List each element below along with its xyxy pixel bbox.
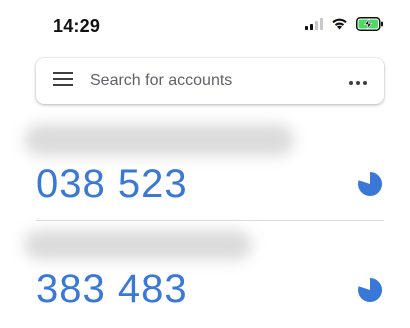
divider bbox=[36, 220, 384, 221]
otp-code[interactable]: 038 523 bbox=[36, 162, 188, 207]
more-options-button[interactable] bbox=[332, 58, 384, 104]
countdown-timer-icon bbox=[358, 171, 383, 196]
search-input[interactable]: Search for accounts bbox=[90, 72, 332, 90]
hamburger-menu-icon bbox=[53, 71, 73, 91]
status-icons bbox=[305, 16, 384, 36]
otp-code[interactable]: 383 483 bbox=[36, 267, 188, 312]
status-bar: 14:29 bbox=[0, 0, 410, 50]
redacted-account-name bbox=[24, 124, 294, 156]
more-options-icon bbox=[349, 72, 367, 90]
redacted-account-name bbox=[24, 230, 252, 260]
cellular-signal-icon bbox=[305, 17, 323, 35]
account-entry[interactable]: 038 523 bbox=[0, 112, 410, 222]
authenticator-screen: 14:29 Search for accounts 038 523 383 48… bbox=[0, 0, 410, 328]
menu-button[interactable] bbox=[36, 58, 90, 104]
status-time: 14:29 bbox=[53, 16, 101, 36]
battery-charging-icon bbox=[356, 16, 384, 36]
countdown-timer-icon bbox=[358, 278, 383, 302]
account-entry[interactable]: 383 483 bbox=[0, 222, 410, 328]
search-bar[interactable]: Search for accounts bbox=[36, 58, 384, 104]
wifi-icon bbox=[331, 17, 348, 35]
